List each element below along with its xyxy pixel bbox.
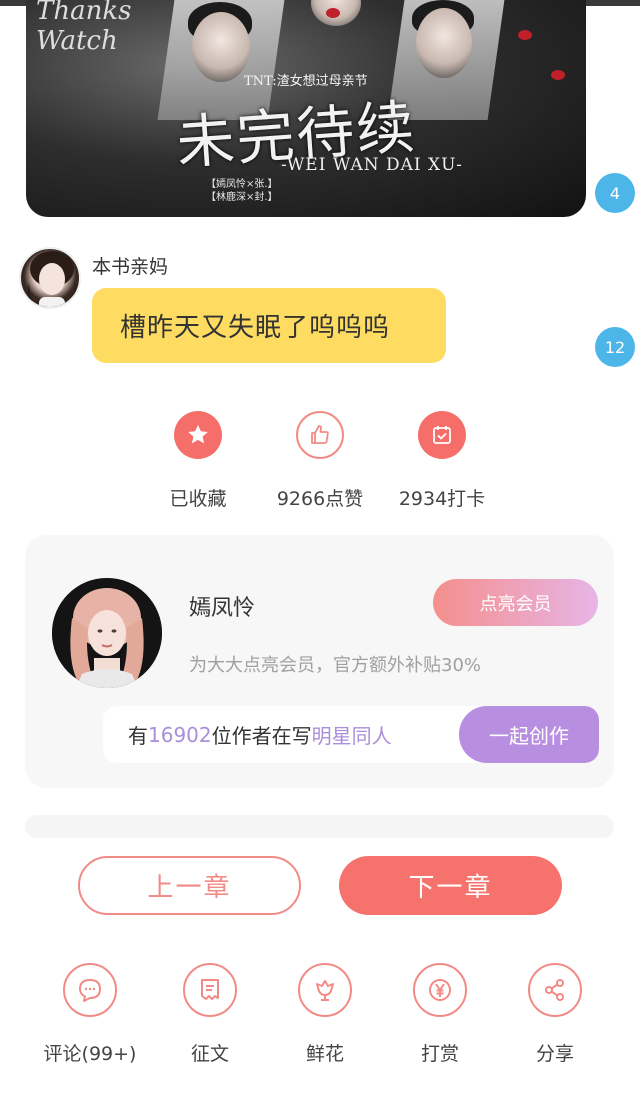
- rose-decoration: [518, 30, 532, 40]
- vip-description: 为大大点亮会员，官方额外补贴30%: [189, 655, 482, 676]
- calendar-check-icon: [418, 411, 466, 459]
- banner-names-line: 【林鹿深×封.】: [206, 192, 278, 203]
- rose-decoration: [551, 70, 565, 80]
- co-write-text: 有 16902 位作者在写 明星同人: [128, 706, 392, 763]
- co-write-middle: 位作者在写: [211, 724, 312, 748]
- banner-signature: Thanks Watch: [36, 0, 132, 56]
- collect-label: 已收藏: [169, 488, 227, 510]
- reward-button[interactable]: 打赏: [380, 963, 500, 1066]
- checkin-button[interactable]: 2934打卡: [382, 411, 502, 511]
- like-count-label: 9266点赞: [276, 488, 364, 510]
- vip-activate-button[interactable]: 点亮会员: [433, 579, 598, 626]
- comment-label: 评论(99+): [43, 1043, 137, 1065]
- banner-names-line: 【嫣凤怜×张.】: [206, 179, 278, 190]
- flower-icon: [298, 963, 352, 1017]
- like-button[interactable]: 9266点赞: [260, 411, 380, 511]
- yuan-coin-icon: [413, 963, 467, 1017]
- share-button[interactable]: 分享: [495, 963, 615, 1066]
- paragraph-comment-badge[interactable]: 12: [595, 327, 635, 367]
- topic-link[interactable]: 明星同人: [312, 720, 392, 749]
- rose-decoration: [326, 8, 340, 18]
- banner-names: 【嫣凤怜×张.】 【林鹿深×封.】: [206, 178, 278, 204]
- paragraph-comment-badge[interactable]: 4: [595, 173, 635, 213]
- contest-label: 征文: [190, 1043, 229, 1065]
- author-comment-text: 槽昨天又失眠了呜呜呜: [120, 313, 391, 343]
- divider-bar: [25, 815, 614, 838]
- chapter-end-banner-image: Thanks Watch TNT:渣女想过母亲节 未完待续 -WEI WAN D…: [26, 0, 586, 217]
- previous-chapter-button[interactable]: 上一章: [78, 856, 301, 915]
- share-label: 分享: [535, 1043, 574, 1065]
- banner-figure-face: [192, 12, 250, 82]
- co-write-banner[interactable]: 有 16902 位作者在写 明星同人 一起创作: [103, 706, 599, 763]
- co-write-button[interactable]: 一起创作: [459, 706, 599, 763]
- star-icon: [174, 411, 222, 459]
- co-write-prefix: 有: [128, 724, 148, 748]
- next-chapter-button[interactable]: 下一章: [339, 856, 562, 915]
- banner-figure-face: [416, 8, 472, 78]
- checkin-count-label: 2934打卡: [398, 488, 486, 510]
- comment-author-name: 本书亲妈: [92, 256, 169, 278]
- collect-button[interactable]: 已收藏: [138, 411, 258, 511]
- flower-button[interactable]: 鲜花: [265, 963, 385, 1066]
- comment-button[interactable]: 评论(99+): [30, 963, 150, 1066]
- document-icon: [183, 963, 237, 1017]
- contest-button[interactable]: 征文: [150, 963, 270, 1066]
- flower-label: 鲜花: [305, 1043, 344, 1065]
- writer-count: 16902: [148, 722, 212, 747]
- thumbs-up-icon: [296, 411, 344, 459]
- writer-avatar[interactable]: [52, 578, 162, 688]
- share-icon: [528, 963, 582, 1017]
- author-avatar[interactable]: [19, 247, 81, 309]
- author-comment-bubble: 槽昨天又失眠了呜呜呜: [92, 288, 446, 363]
- reward-label: 打赏: [420, 1043, 459, 1065]
- writer-name: 嫣凤怜: [189, 596, 256, 621]
- comment-icon: [63, 963, 117, 1017]
- banner-pinyin: -WEI WAN DAI XU-: [281, 155, 463, 175]
